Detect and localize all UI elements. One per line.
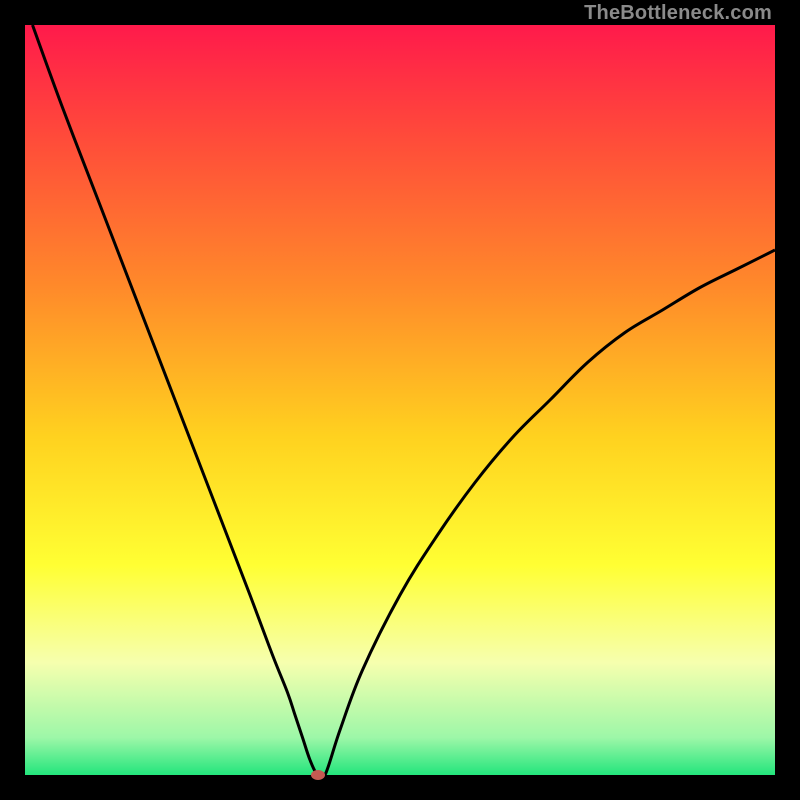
gradient-background <box>25 25 775 775</box>
chart-plot <box>25 25 775 775</box>
chart-frame <box>25 25 775 775</box>
minimum-marker <box>311 770 325 780</box>
watermark-text: TheBottleneck.com <box>584 2 772 25</box>
